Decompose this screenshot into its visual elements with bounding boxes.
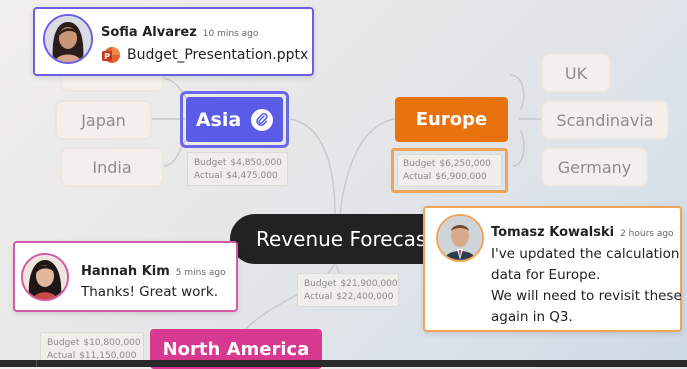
mindmap-node-europe[interactable]: Europe (395, 97, 508, 142)
node-label: Japan (81, 110, 126, 130)
budget-label: Budget (194, 158, 227, 168)
comment-time: 10 mins ago (202, 29, 259, 39)
node-label: Germany (557, 157, 632, 177)
author-name: Tomasz Kowalski (491, 225, 615, 240)
budget-value: $6,250,000 (439, 159, 491, 169)
europe-stats: Budget $6,250,000 Actual $6,900,000 (397, 154, 502, 187)
svg-text:P: P (104, 52, 110, 61)
actual-label: Actual (304, 292, 333, 302)
comment-line: I've updated the calculation (491, 246, 680, 262)
node-label: Scandinavia (556, 110, 654, 130)
budget-label: Budget (403, 159, 436, 169)
budget-value: $10,800,000 (83, 338, 141, 348)
sofia-avatar (43, 14, 93, 64)
comment-card-hannah[interactable]: Hannah Kim 5 mins ago Thanks! Great work. (13, 241, 238, 312)
mindmap-node-uk[interactable]: UK (541, 53, 611, 93)
budget-label: Budget (47, 338, 80, 348)
author-name: Sofia Alvarez (101, 25, 197, 40)
mindmap-node-asia[interactable]: Asia (186, 97, 283, 142)
tomasz-avatar (436, 214, 484, 262)
asia-stats: Budget $4,850,000 Actual $4,475,000 (187, 152, 288, 186)
comment-line: again in Q3. (491, 309, 573, 325)
center-label: Revenue Forecast (256, 227, 435, 251)
asia-label: Asia (195, 108, 242, 131)
budget-label: Budget (304, 279, 337, 289)
powerpoint-icon: P (101, 45, 121, 65)
comment-text: I've updated the calculation data for Eu… (491, 244, 682, 328)
comment-header: Tomasz Kowalski 2 hours ago (491, 221, 674, 240)
toolbar-divider (36, 360, 37, 367)
comment-time: 5 mins ago (175, 268, 226, 278)
budget-value: $4,850,000 (230, 158, 282, 168)
asia-node-selection[interactable]: Asia (180, 91, 289, 148)
actual-label: Actual (403, 172, 432, 182)
mindmap-node-india[interactable]: India (60, 147, 164, 187)
actual-label: Actual (194, 171, 223, 181)
comment-line: We will need to revisit these (491, 288, 682, 304)
author-name: Hannah Kim (81, 264, 170, 279)
node-label: UK (564, 63, 588, 83)
attachment[interactable]: P Budget_Presentation.pptx (101, 45, 308, 65)
actual-value: $4,475,000 (226, 171, 278, 181)
mindmap-node-japan[interactable]: Japan (55, 100, 152, 140)
comment-header: Hannah Kim 5 mins ago (81, 260, 226, 279)
total-stats: Budget $21,900,000 Actual $22,400,000 (297, 273, 399, 307)
europe-label: Europe (415, 109, 488, 130)
comment-header: Sofia Alvarez 10 mins ago (101, 21, 258, 40)
node-label: India (92, 157, 132, 177)
budget-value: $21,900,000 (340, 279, 398, 289)
mindmap-node-center[interactable]: Revenue Forecast (230, 214, 450, 264)
comment-line: data for Europe. (491, 267, 601, 283)
hannah-avatar (21, 253, 69, 301)
comment-time: 2 hours ago (620, 229, 674, 239)
comment-card-sofia[interactable]: Sofia Alvarez 10 mins ago P Budget_Presen… (33, 7, 314, 76)
europe-stats-selection[interactable]: Budget $6,250,000 Actual $6,900,000 (391, 148, 508, 193)
actual-value: $6,900,000 (435, 172, 487, 182)
north-america-label: North America (162, 338, 310, 360)
attachment-filename[interactable]: Budget_Presentation.pptx (127, 47, 308, 63)
mindmap-node-germany[interactable]: Germany (541, 147, 648, 187)
bottom-toolbar (0, 360, 687, 367)
actual-value: $22,400,000 (336, 292, 394, 302)
mindmap-node-scandinavia[interactable]: Scandinavia (541, 100, 669, 140)
comment-text: Thanks! Great work. (81, 284, 219, 300)
comment-card-tomasz[interactable]: Tomasz Kowalski 2 hours ago I've updated … (423, 206, 682, 332)
paperclip-icon[interactable] (251, 108, 274, 131)
